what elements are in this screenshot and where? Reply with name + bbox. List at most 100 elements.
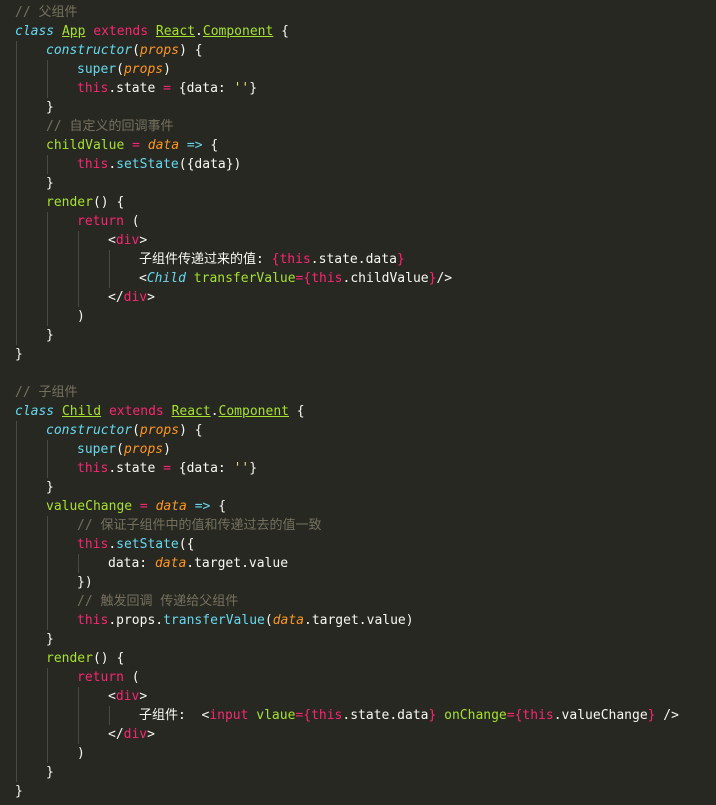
code-token: . xyxy=(108,537,117,552)
code-editor[interactable]: // 父组件 class App extends React.Component … xyxy=(0,0,716,805)
code-token: this xyxy=(279,252,311,267)
code-token: constructor xyxy=(46,423,133,438)
code-token: ( xyxy=(132,43,140,58)
indent-guide xyxy=(16,155,17,174)
code-line[interactable]: class Child extends React.Component { xyxy=(0,402,716,421)
code-token: ) xyxy=(163,62,171,77)
code-line[interactable]: this.setState({ xyxy=(0,535,716,554)
code-line[interactable]: valueChange = data => { xyxy=(0,497,716,516)
code-token: </ xyxy=(108,727,124,742)
indent-guide xyxy=(16,193,17,212)
code-token: .childValue xyxy=(342,271,429,286)
code-token: props xyxy=(139,423,180,438)
code-token: this xyxy=(77,537,109,552)
code-line[interactable]: class App extends React.Component { xyxy=(0,22,716,41)
code-token: } xyxy=(46,632,54,647)
code-line[interactable]: } xyxy=(0,782,716,801)
code-line[interactable]: ) xyxy=(0,744,716,763)
code-token: div xyxy=(123,290,148,305)
indent-guide xyxy=(78,250,79,269)
code-line[interactable]: data: data.target.value xyxy=(0,554,716,573)
indent-guide xyxy=(16,98,17,117)
code-line[interactable]: ) xyxy=(0,307,716,326)
code-line[interactable]: <Child transferValue={this.childValue}/> xyxy=(0,269,716,288)
code-token: ({ xyxy=(178,537,195,552)
code-line[interactable]: 子组件: <input vlaue={this.state.data} onCh… xyxy=(0,706,716,725)
code-token: ) xyxy=(77,746,85,761)
indent-guide xyxy=(16,744,17,763)
code-line[interactable]: } xyxy=(0,98,716,117)
code-token: { xyxy=(303,708,312,723)
code-line[interactable]: // 父组件 xyxy=(0,3,716,22)
code-line[interactable]: <div> xyxy=(0,687,716,706)
code-token: Child xyxy=(61,404,102,419)
code-line[interactable]: this.setState({data}) xyxy=(0,155,716,174)
code-token: } xyxy=(249,461,258,476)
code-line[interactable]: childValue = data => { xyxy=(0,136,716,155)
code-line[interactable]: </div> xyxy=(0,288,716,307)
code-line[interactable]: } xyxy=(0,763,716,782)
code-line[interactable]: super(props) xyxy=(0,440,716,459)
code-line[interactable]: }) xyxy=(0,573,716,592)
code-line[interactable]: // 子组件 xyxy=(0,383,716,402)
code-token: } xyxy=(46,480,54,495)
indent-guide xyxy=(16,706,17,725)
code-token: Child xyxy=(146,271,186,286)
code-token: .target.value) xyxy=(304,613,414,628)
code-line[interactable]: </div> xyxy=(0,725,716,744)
indent-guide xyxy=(16,497,17,516)
code-line[interactable]: 子组件传递过来的值: {this.state.data} xyxy=(0,250,716,269)
code-line[interactable]: // 保证子组件中的值和传递过去的值一致 xyxy=(0,516,716,535)
code-line[interactable]: super(props) xyxy=(0,60,716,79)
code-token: .state.data xyxy=(342,708,429,723)
code-line[interactable]: } xyxy=(0,478,716,497)
code-token: => xyxy=(194,499,211,514)
code-token: => xyxy=(186,138,203,153)
indent-guide xyxy=(16,174,17,193)
code-line[interactable]: constructor(props) { xyxy=(0,421,716,440)
indent-guide xyxy=(16,212,17,231)
code-line[interactable]: return ( xyxy=(0,668,716,687)
code-token: div xyxy=(115,689,140,704)
code-line[interactable]: return ( xyxy=(0,212,716,231)
code-line[interactable]: this.state = {data: ''} xyxy=(0,459,716,478)
indent-guide xyxy=(16,136,17,155)
code-line[interactable]: } xyxy=(0,174,716,193)
code-token: this xyxy=(77,613,109,628)
indent-guide xyxy=(16,421,17,440)
indent-guide xyxy=(47,592,48,611)
code-line[interactable]: render() { xyxy=(0,649,716,668)
code-line[interactable]: // 触发回调 传递给父组件 xyxy=(0,592,716,611)
code-token: input xyxy=(209,708,249,723)
code-line[interactable]: } xyxy=(0,326,716,345)
code-line[interactable]: render() { xyxy=(0,193,716,212)
code-token: = xyxy=(506,708,515,723)
indent-guide xyxy=(47,250,48,269)
code-token: } xyxy=(15,784,23,799)
code-line[interactable]: this.props.transferValue(data.target.val… xyxy=(0,611,716,630)
indent-guide xyxy=(16,763,17,782)
indent-guide xyxy=(16,611,17,630)
indent-guide xyxy=(16,326,17,345)
code-line[interactable]: <div> xyxy=(0,231,716,250)
indent-guide xyxy=(47,573,48,592)
indent-guide xyxy=(16,687,17,706)
code-line[interactable]: } xyxy=(0,345,716,364)
indent-guide xyxy=(47,288,48,307)
code-token: } xyxy=(46,765,54,780)
code-token: { xyxy=(202,138,219,153)
code-token: > xyxy=(147,727,155,742)
code-token: /> xyxy=(655,708,679,723)
code-token: data xyxy=(147,138,180,153)
code-token: {data: xyxy=(170,461,234,476)
code-line[interactable]: } xyxy=(0,630,716,649)
code-line[interactable]: constructor(props) { xyxy=(0,41,716,60)
code-line[interactable]: // 自定义的回调事件 xyxy=(0,117,716,136)
code-line[interactable]: this.state = {data: ''} xyxy=(0,79,716,98)
code-line[interactable] xyxy=(0,364,716,383)
